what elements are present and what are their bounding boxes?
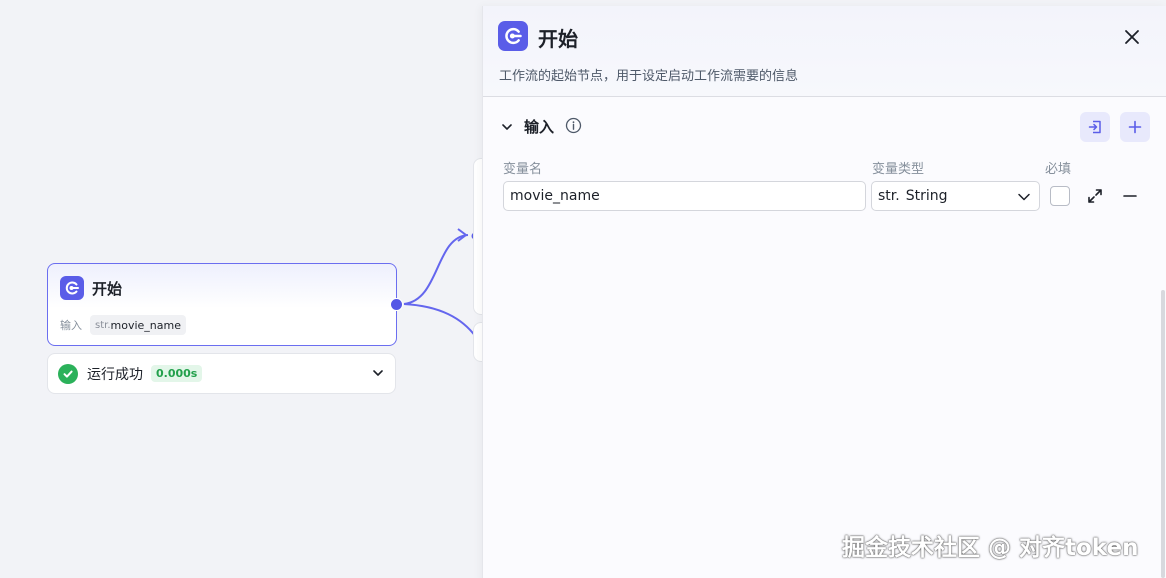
watermark: 掘金技术社区 @ 对齐token (842, 535, 1139, 561)
close-icon[interactable] (1121, 26, 1143, 48)
expand-icon[interactable] (1086, 187, 1104, 205)
start-icon (60, 276, 84, 300)
success-check-icon (58, 363, 78, 384)
variable-type-value: String (905, 188, 948, 204)
required-checkbox[interactable] (1050, 186, 1070, 206)
input-variable-type: str. (95, 319, 111, 331)
edge-arrowhead (457, 228, 468, 242)
run-status-bar[interactable]: 运行成功 0.000s (47, 353, 396, 394)
minus-icon[interactable] (1121, 187, 1139, 205)
import-icon (1088, 120, 1101, 134)
variable-name-input[interactable] (503, 181, 866, 211)
panel-body: 输入 变量名 变量类型 必填 str. String (483, 97, 1166, 578)
plus-icon (1128, 120, 1142, 134)
start-node-input-row: 输入 str. movie_name (60, 315, 186, 335)
edge-upper[interactable] (403, 234, 469, 305)
node-config-panel: 开始 工作流的起始节点，用于设定启动工作流需要的信息 输入 变量名 变量类型 必… (482, 6, 1166, 578)
chevron-down-icon (1018, 193, 1030, 201)
chevron-down-icon[interactable] (371, 366, 385, 380)
input-section-title: 输入 (524, 118, 555, 136)
add-variable-button[interactable] (1120, 112, 1150, 142)
start-node[interactable]: 开始 输入 str. movie_name (47, 263, 397, 346)
column-header-name: 变量名 (503, 162, 543, 177)
start-icon (498, 21, 528, 51)
import-variables-button[interactable] (1080, 112, 1110, 142)
variable-type-prefix: str. (878, 188, 900, 204)
input-label: 输入 (60, 319, 82, 332)
start-node-header: 开始 (60, 276, 122, 300)
run-time-badge: 0.000s (151, 365, 203, 382)
start-node-output-port[interactable] (390, 298, 403, 311)
panel-description: 工作流的起始节点，用于设定启动工作流需要的信息 (499, 69, 799, 84)
column-header-type: 变量类型 (872, 162, 925, 177)
start-node-title: 开始 (92, 279, 123, 298)
run-status-text: 运行成功 (87, 366, 143, 383)
chevron-down-icon[interactable] (500, 120, 514, 134)
panel-header: 开始 工作流的起始节点，用于设定启动工作流需要的信息 (483, 6, 1166, 97)
input-variable-chip: str. movie_name (90, 315, 186, 335)
variable-type-select[interactable]: str. String (871, 181, 1040, 211)
info-icon[interactable] (565, 117, 582, 134)
edge-lower[interactable] (403, 303, 477, 338)
panel-scrollbar[interactable] (1161, 290, 1165, 578)
input-variable-name: movie_name (110, 318, 181, 332)
column-header-required: 必填 (1045, 162, 1072, 177)
panel-title[interactable]: 开始 (538, 23, 578, 52)
